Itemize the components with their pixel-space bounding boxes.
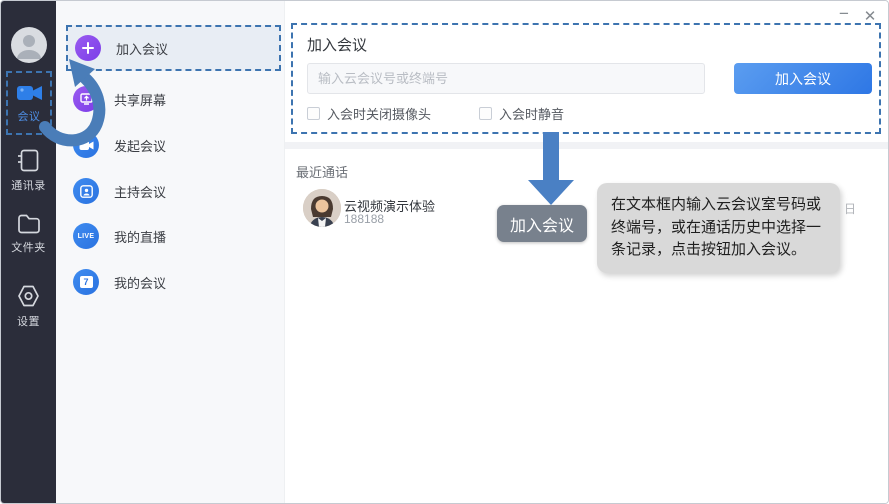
join-meeting-button[interactable]: 加入会议 [734,63,872,94]
sidebar-item-label: 文件夹 [11,242,46,254]
screen-share-icon [73,86,99,112]
app-window: 会议 通讯录 文件夹 设置 加入会议 共享屏幕 发起会议 主持会议 LIVE 我… [0,0,889,504]
join-meeting-card: 加入会议 加入会议 入会时关闭摄像头 入会时静音 [291,23,881,134]
main-content: − ✕ 加入会议 加入会议 入会时关闭摄像头 入会时静音 最近通话 [285,1,888,503]
user-avatar[interactable] [11,27,47,63]
recent-call-number: 188188 [344,212,385,226]
contact-avatar[interactable] [303,189,341,227]
menu-item-label: 我的会议 [114,275,167,291]
menu-item-my-meetings[interactable]: 7 我的会议 [66,259,281,305]
sidebar-item-label: 会议 [17,110,41,123]
settings-gear-icon [18,285,39,307]
calendar-icon-text: 7 [79,276,93,288]
sidebar-item-settings[interactable]: 设置 [1,284,56,329]
person-icon [17,35,41,59]
annotation-join-button[interactable]: 加入会议 [497,205,587,242]
sidebar-item-folder[interactable]: 文件夹 [1,213,56,255]
annotation-down-arrow [528,132,574,205]
video-camera-icon [16,85,42,100]
sidebar: 会议 通讯录 文件夹 设置 [1,1,56,503]
host-meeting-icon [73,178,99,204]
section-divider [285,142,888,149]
plus-icon [75,35,101,61]
menu-item-my-live[interactable]: LIVE 我的直播 [66,213,281,259]
page-title: 加入会议 [307,37,368,54]
sidebar-item-label: 设置 [17,316,40,328]
live-icon-text: LIVE [77,232,95,240]
mute-checkbox[interactable] [479,107,493,120]
annotation-tooltip: 在文本框内输入云会议室号码或终端号，或在通话历史中选择一条记录，点击按钮加入会议… [597,183,840,273]
sidebar-item-contacts[interactable]: 通讯录 [1,149,56,193]
recent-calls-title: 最近通话 [296,165,349,180]
menu-item-host-meeting[interactable]: 主持会议 [66,168,281,214]
menu-item-label: 主持会议 [114,184,167,200]
mute-label: 入会时静音 [499,107,565,122]
contacts-book-icon [18,149,39,172]
meeting-menu-panel: 加入会议 共享屏幕 发起会议 主持会议 LIVE 我的直播 7 我的会议 [56,1,285,503]
folder-icon [17,214,40,234]
menu-item-join-meeting[interactable]: 加入会议 [66,25,281,71]
camera-off-label: 入会时关闭摄像头 [327,107,432,122]
minimize-button[interactable]: − [834,4,854,24]
menu-item-label: 共享屏幕 [114,92,167,108]
menu-item-share-screen[interactable]: 共享屏幕 [66,76,281,122]
camera-off-checkbox[interactable] [307,107,320,120]
join-options-row: 入会时关闭摄像头 入会时静音 [307,104,612,123]
video-camera-icon [73,132,99,158]
meeting-number-input[interactable] [307,63,705,94]
sidebar-item-label: 通讯录 [11,180,46,192]
live-icon: LIVE [73,223,99,249]
sidebar-item-meeting[interactable]: 会议 [6,71,52,135]
partially-hidden-date-text: 日 [844,202,857,216]
calendar-icon: 7 [73,269,99,295]
menu-item-label: 我的直播 [114,229,167,245]
menu-item-label: 发起会议 [114,138,167,154]
menu-item-label: 加入会议 [116,41,169,57]
menu-item-start-meeting[interactable]: 发起会议 [66,122,281,168]
woman-portrait-icon [303,189,341,227]
